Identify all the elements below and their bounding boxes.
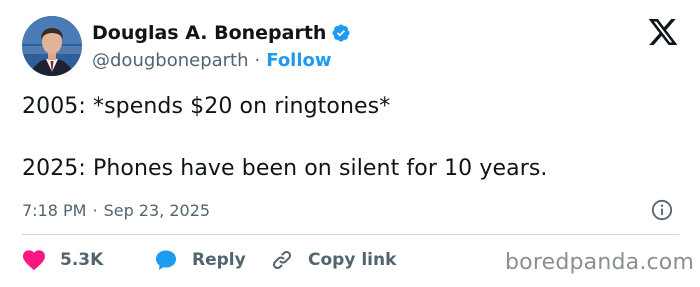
- reply-label: Reply: [192, 250, 246, 270]
- author-display-name[interactable]: Douglas A. Boneparth: [92, 22, 326, 44]
- heart-icon: [22, 249, 46, 271]
- handle-separator: ·: [254, 49, 261, 71]
- author-handle-row: @dougboneparth · Follow: [92, 48, 332, 72]
- action-bar: 5.3K Reply Copy link: [22, 247, 396, 273]
- author-handle[interactable]: @dougboneparth: [92, 50, 249, 71]
- tweet-date[interactable]: Sep 23, 2025: [104, 201, 211, 220]
- info-icon[interactable]: [651, 199, 673, 221]
- tweet-time[interactable]: 7:18 PM: [22, 201, 86, 220]
- speech-bubble-icon: [154, 248, 178, 272]
- watermark: boredpanda.com: [505, 250, 695, 275]
- verified-badge-icon: [331, 23, 351, 43]
- author-name-row: Douglas A. Boneparth: [92, 21, 351, 45]
- x-logo-icon[interactable]: [646, 16, 680, 48]
- tweet-text-line-2: 2025: Phones have been on silent for 10 …: [22, 156, 548, 181]
- link-icon: [270, 248, 294, 272]
- tweet-text-line-1: 2005: *spends $20 on ringtones*: [22, 94, 391, 119]
- copy-link-label: Copy link: [308, 250, 397, 270]
- meta-separator: ·: [92, 200, 98, 220]
- like-count: 5.3K: [60, 250, 104, 270]
- avatar[interactable]: [22, 16, 82, 76]
- divider: [22, 234, 679, 235]
- tweet-timestamp[interactable]: 7:18 PM · Sep 23, 2025: [22, 199, 210, 221]
- copy-link-button[interactable]: Copy link: [270, 248, 396, 272]
- reply-button[interactable]: Reply: [154, 248, 270, 272]
- like-button[interactable]: 5.3K: [22, 249, 154, 271]
- follow-button[interactable]: Follow: [266, 50, 331, 71]
